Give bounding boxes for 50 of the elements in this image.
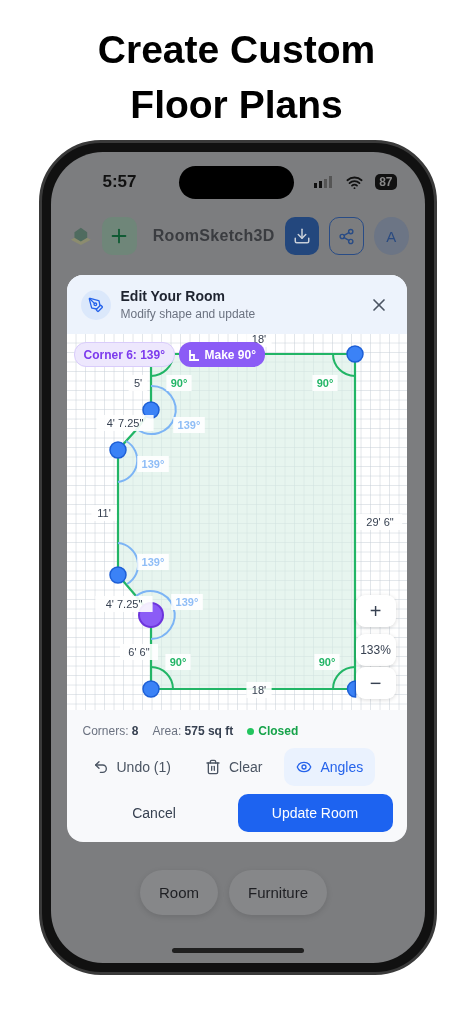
tool-button[interactable]: Clear [192,748,275,786]
pen-icon [80,289,111,320]
dimension-label: 18' [245,682,272,698]
tool-button[interactable]: Angles [284,748,376,786]
battery-level: 87 [375,174,397,190]
angle-label: 139° [172,417,205,433]
corner-handle[interactable] [108,566,127,584]
dimension-label: 6' 6" [119,644,158,660]
angle-label: 90° [313,654,340,670]
closed-status: Closed [247,724,299,738]
bottom-tab[interactable]: Room [139,870,218,915]
angle-label: 90° [164,654,191,670]
bottom-tab[interactable]: Furniture [229,870,327,915]
signal-icon [314,176,335,188]
share-icon [338,227,356,245]
headline: Create Custom Floor Plans [97,27,376,128]
status-time: 5:57 [102,172,138,192]
cancel-button[interactable]: Cancel [82,794,226,832]
corner-handle[interactable] [108,441,127,459]
angle-label: 139° [170,594,203,610]
zoom-out-button[interactable]: − [355,667,396,699]
dimension-label: 4' 7.25" [95,415,154,431]
trash-icon [204,759,221,775]
download-button[interactable] [284,217,320,255]
floor-plan-canvas[interactable]: 18' 5' 4' 7.25" 11' 29' 6" 4' 7.25" 6' 6" 18' 90° 90° 139° 139° 139° 139° 90° 90° Corner 6: 139° Make 90° + 133% − [66,334,407,710]
download-icon [292,227,311,245]
right-angle-icon [187,348,200,361]
undo-icon [92,759,109,775]
angle-label: 90° [311,375,338,391]
corner-handle[interactable] [345,345,364,363]
tool-button[interactable]: Undo (1) [80,748,183,786]
corner-handle[interactable] [141,680,160,698]
dialog-title: Edit Your Room [120,288,226,304]
app-title: RoomSketch3D [152,227,275,245]
update-room-button[interactable]: Update Room [237,794,393,832]
make-right-angle-button[interactable]: Make 90° [178,342,265,367]
corner-angle-badge: Corner 6: 139° [73,342,175,367]
zoom-in-button[interactable]: + [355,595,396,627]
angle-label: 90° [165,375,192,391]
angle-label: 139° [136,456,169,472]
dimension-label: 4' 7.25" [94,596,153,612]
room-stat: Area: 575 sq ft [152,724,234,738]
dialog-subtitle: Modify shape and update [120,307,257,321]
dimension-label: 11' [90,505,117,521]
corner-handle[interactable] [346,680,356,698]
angle-label: 139° [136,554,169,570]
zoom-level: 133% [355,634,396,666]
eye-icon [296,759,313,775]
dimension-label: 29' 6" [357,514,402,530]
room-stat: Corners: 8 [82,724,139,738]
